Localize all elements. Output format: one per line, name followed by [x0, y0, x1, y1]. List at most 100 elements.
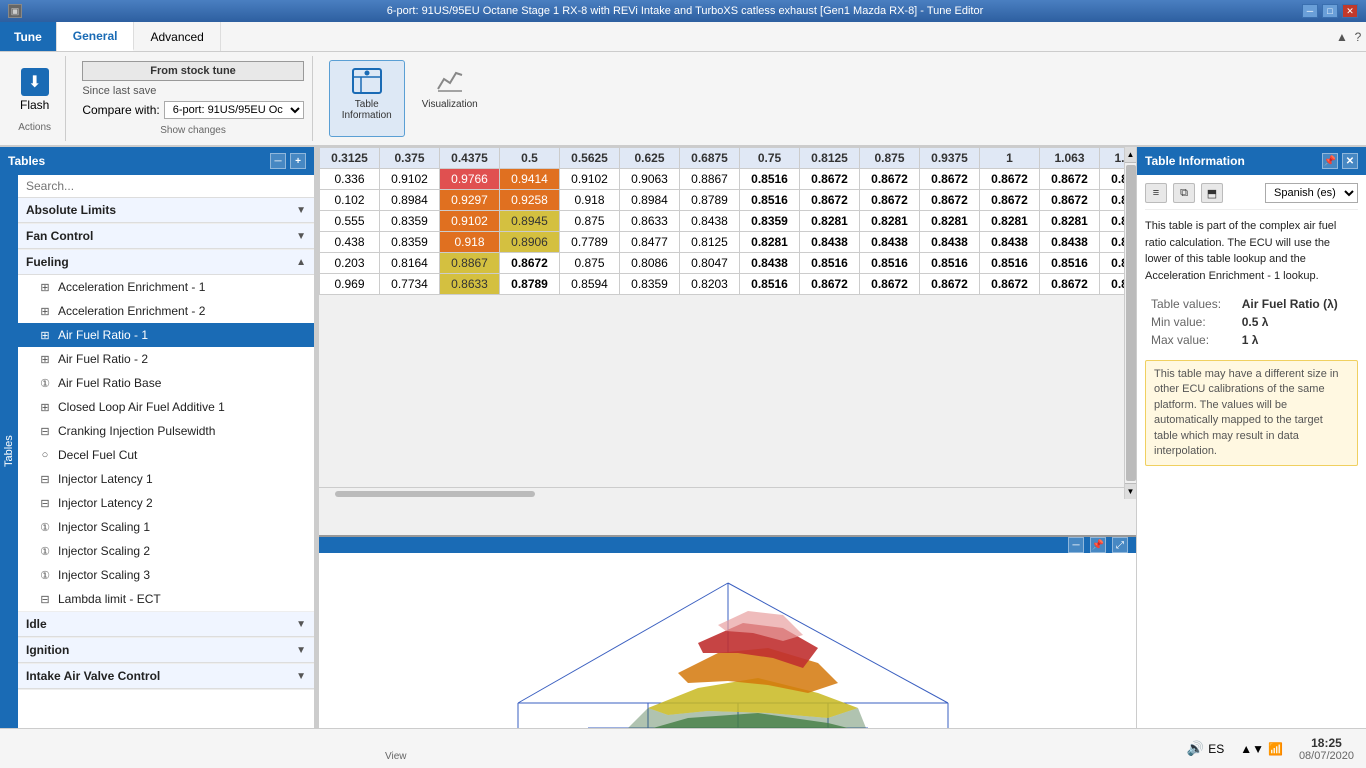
table-cell[interactable]: 0.9258: [500, 190, 560, 211]
table-cell[interactable]: 0.8906: [500, 232, 560, 253]
close-button[interactable]: ✕: [1342, 4, 1358, 18]
table-cell[interactable]: 0.8438: [980, 232, 1040, 253]
table-information-button[interactable]: TableInformation: [329, 60, 405, 137]
table-cell[interactable]: 0.8281: [980, 211, 1040, 232]
table-cell[interactable]: 0.8672: [800, 169, 860, 190]
group-header-ignition[interactable]: Ignition ▼: [18, 638, 314, 663]
table-cell[interactable]: 0.8281: [920, 211, 980, 232]
table-cell[interactable]: 0.8516: [980, 253, 1040, 274]
table-cell[interactable]: 0.8789: [500, 274, 560, 295]
scroll-down-button[interactable]: ▼: [1125, 483, 1137, 499]
sidebar-item-inj-scaling-1[interactable]: ① Injector Scaling 1: [18, 515, 314, 539]
table-cell[interactable]: 0.7734: [380, 274, 440, 295]
table-cell[interactable]: 0.8672: [920, 169, 980, 190]
advanced-tab[interactable]: Advanced: [134, 22, 220, 51]
table-cell[interactable]: 0.8672: [800, 190, 860, 211]
table-cell[interactable]: 0.8594: [560, 274, 620, 295]
table-cell[interactable]: 0.8477: [620, 232, 680, 253]
table-cell[interactable]: 0.8672: [860, 169, 920, 190]
table-cell[interactable]: 0.9063: [620, 169, 680, 190]
table-cell[interactable]: 0.8516: [740, 190, 800, 211]
scroll-up-button[interactable]: ▲: [1125, 147, 1137, 163]
minimize-button[interactable]: ─: [1302, 4, 1318, 18]
horizontal-scrollbar[interactable]: [319, 487, 1124, 499]
viz-pin-button[interactable]: 📌: [1090, 537, 1106, 553]
table-cell[interactable]: 0.918: [560, 190, 620, 211]
table-cell[interactable]: 0.336: [320, 169, 380, 190]
table-cell[interactable]: 0.8516: [800, 253, 860, 274]
general-tab[interactable]: General: [57, 22, 135, 51]
table-cell[interactable]: 0.7789: [560, 232, 620, 253]
table-cell[interactable]: 0.8672: [920, 274, 980, 295]
rp-menu-button[interactable]: ≡: [1145, 183, 1167, 203]
table-cell[interactable]: 0.9297: [440, 190, 500, 211]
table-cell[interactable]: 0.8281: [860, 211, 920, 232]
viz-expand-button[interactable]: ⤢: [1112, 537, 1128, 553]
compare-select[interactable]: 6-port: 91US/95EU Octa...: [164, 101, 304, 119]
table-cell[interactable]: 0.8516: [740, 274, 800, 295]
table-cell[interactable]: 0.8359: [380, 232, 440, 253]
search-input[interactable]: [18, 175, 314, 198]
table-cell[interactable]: 0.8438: [740, 253, 800, 274]
table-cell[interactable]: 0.9414: [500, 169, 560, 190]
sidebar-item-cl-afr-additive[interactable]: ⊞ Closed Loop Air Fuel Additive 1: [18, 395, 314, 419]
scrollbar-track[interactable]: ▲ ▼: [1124, 147, 1136, 499]
table-cell[interactable]: 0.8984: [620, 190, 680, 211]
table-cell[interactable]: 0.8672: [500, 253, 560, 274]
table-cell[interactable]: 0.8672: [1040, 169, 1100, 190]
table-cell[interactable]: 0.918: [440, 232, 500, 253]
rp-copy-button[interactable]: ⧉: [1173, 183, 1195, 203]
table-cell[interactable]: 0.8281: [740, 232, 800, 253]
table-cell[interactable]: 0.8203: [680, 274, 740, 295]
sidebar-item-afr-base[interactable]: ① Air Fuel Ratio Base: [18, 371, 314, 395]
table-cell[interactable]: 0.8867: [440, 253, 500, 274]
table-cell[interactable]: 0.8672: [1040, 274, 1100, 295]
table-cell[interactable]: 0.8672: [1040, 190, 1100, 211]
viz-minimize-button[interactable]: ─: [1068, 537, 1084, 553]
table-cell[interactable]: 0.8438: [860, 232, 920, 253]
table-cell[interactable]: 0.8047: [680, 253, 740, 274]
table-cell[interactable]: 0.8086: [620, 253, 680, 274]
rp-export-button[interactable]: ⬒: [1201, 183, 1223, 203]
table-cell[interactable]: 0.438: [320, 232, 380, 253]
help-icon[interactable]: ?: [1350, 22, 1366, 51]
table-cell[interactable]: 0.8867: [680, 169, 740, 190]
table-cell[interactable]: 0.8125: [680, 232, 740, 253]
sidebar-item-inj-latency-2[interactable]: ⊟ Injector Latency 2: [18, 491, 314, 515]
table-cell[interactable]: 0.8672: [980, 190, 1040, 211]
table-cell[interactable]: 0.8438: [1040, 232, 1100, 253]
table-cell[interactable]: 0.8516: [740, 169, 800, 190]
group-header-fan-control[interactable]: Fan Control ▼: [18, 224, 314, 249]
table-cell[interactable]: 0.875: [560, 211, 620, 232]
sidebar-item-inj-scaling-2[interactable]: ① Injector Scaling 2: [18, 539, 314, 563]
sidebar-item-accel-enrich-1[interactable]: ⊞ Acceleration Enrichment - 1: [18, 275, 314, 299]
table-cell[interactable]: 0.9102: [560, 169, 620, 190]
expand-icon[interactable]: ▲: [1334, 22, 1350, 51]
maximize-button[interactable]: □: [1322, 4, 1338, 18]
table-cell[interactable]: 0.102: [320, 190, 380, 211]
table-cell[interactable]: 0.9766: [440, 169, 500, 190]
sidebar-item-inj-latency-1[interactable]: ⊟ Injector Latency 1: [18, 467, 314, 491]
table-cell[interactable]: 0.969: [320, 274, 380, 295]
table-cell[interactable]: 0.8516: [1040, 253, 1100, 274]
sidebar-item-afr-1[interactable]: ⊞ Air Fuel Ratio - 1: [18, 323, 314, 347]
table-cell[interactable]: 0.8984: [380, 190, 440, 211]
flash-button[interactable]: ⬇ Flash: [12, 64, 57, 116]
group-header-intake-air-valve[interactable]: Intake Air Valve Control ▼: [18, 664, 314, 689]
table-cell[interactable]: 0.8672: [800, 274, 860, 295]
table-cell[interactable]: 0.8672: [980, 169, 1040, 190]
table-cell[interactable]: 0.875: [560, 253, 620, 274]
sidebar-add-button[interactable]: +: [290, 153, 306, 169]
table-cell[interactable]: 0.8633: [620, 211, 680, 232]
table-cell[interactable]: 0.8438: [680, 211, 740, 232]
table-cell[interactable]: 0.8672: [860, 274, 920, 295]
table-cell[interactable]: 0.203: [320, 253, 380, 274]
sidebar-item-cranking-inj[interactable]: ⊟ Cranking Injection Pulsewidth: [18, 419, 314, 443]
table-cell[interactable]: 0.8672: [860, 190, 920, 211]
table-cell[interactable]: 0.8281: [800, 211, 860, 232]
table-cell[interactable]: 0.8359: [380, 211, 440, 232]
table-cell[interactable]: 0.8438: [800, 232, 860, 253]
table-cell[interactable]: 0.8164: [380, 253, 440, 274]
sidebar-item-afr-2[interactable]: ⊞ Air Fuel Ratio - 2: [18, 347, 314, 371]
sidebar-collapse-button[interactable]: ─: [270, 153, 286, 169]
